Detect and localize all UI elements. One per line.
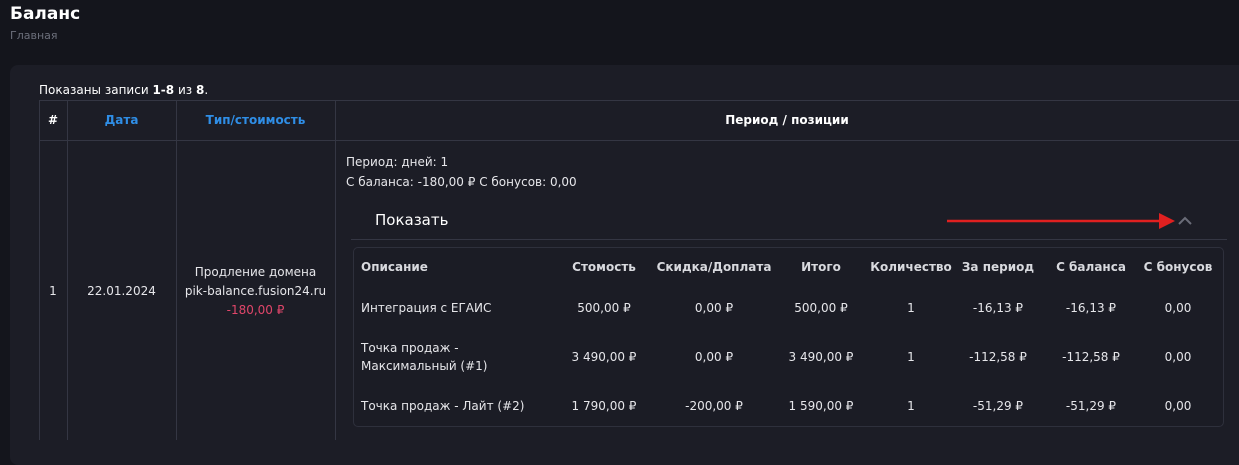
position-from-bonuses: 0,00 xyxy=(1164,399,1192,413)
column-header-type[interactable]: Тип/стоимость xyxy=(176,100,335,140)
column-header-period: Период / позиции xyxy=(725,113,849,127)
row-number: 1 xyxy=(49,284,57,298)
records-summary: Показаны записи 1-8 из 8. xyxy=(39,83,208,97)
position-from-balance: -51,29 ₽ xyxy=(1065,399,1117,413)
row-type: Продление домена pik-balance.fusion24.ru… xyxy=(176,141,335,441)
position-cost: 500,00 ₽ xyxy=(577,301,631,315)
type-amount: -180,00 ₽ xyxy=(226,302,285,317)
position-quantity: 1 xyxy=(907,301,915,315)
column-header-number: # xyxy=(47,113,59,127)
chevron-up-icon[interactable] xyxy=(1177,214,1193,226)
position-description: Точка продаж - Максимальный (#1) xyxy=(361,341,488,373)
position-quantity: 1 xyxy=(907,350,915,364)
type-domain: pik-balance.fusion24.ru xyxy=(184,283,327,298)
summary-of: из xyxy=(177,83,193,97)
position-from-balance: -16,13 ₽ xyxy=(1065,301,1117,315)
position-discount: -200,00 ₽ xyxy=(685,399,743,413)
positions-header: С баланса xyxy=(1056,260,1126,274)
position-period-amount: -51,29 ₽ xyxy=(972,399,1024,413)
positions-header: За период xyxy=(961,260,1035,274)
type-description: Продление домена xyxy=(194,264,317,279)
column-header-date[interactable]: Дата xyxy=(67,100,176,140)
position-total: 3 490,00 ₽ xyxy=(788,350,854,364)
position-period-amount: -16,13 ₽ xyxy=(972,301,1024,315)
row-date: 22.01.2024 xyxy=(87,284,156,298)
show-toggle-label[interactable]: Показать xyxy=(375,211,448,229)
position-period-amount: -112,58 ₽ xyxy=(969,350,1027,364)
positions-header: Скидка/Доплата xyxy=(656,260,772,274)
position-total: 1 590,00 ₽ xyxy=(788,399,854,413)
position-description: Интеграция с ЕГАИС xyxy=(361,301,492,315)
positions-header: Описание xyxy=(361,260,428,274)
balance-table: # Дата Тип/стоимость Период / позиции 1 … xyxy=(39,100,1239,440)
period-balance: С баланса: -180,00 ₽ С бонусов: 0,00 xyxy=(346,175,577,189)
position-cost: 3 490,00 ₽ xyxy=(571,350,637,364)
position-quantity: 1 xyxy=(907,399,915,413)
period-days: Период: дней: 1 xyxy=(346,155,449,169)
breadcrumb[interactable]: Главная xyxy=(10,29,58,42)
table-border xyxy=(335,100,336,440)
position-discount: 0,00 ₽ xyxy=(694,301,734,315)
summary-range: 1-8 xyxy=(152,83,175,97)
position-cost: 1 790,00 ₽ xyxy=(571,399,637,413)
positions-header: Итого xyxy=(801,260,841,274)
positions-header: Стомость xyxy=(572,260,636,274)
positions-header: Количество xyxy=(870,260,952,274)
positions-toggle[interactable]: Показать xyxy=(351,205,1227,240)
period-info: Период: дней: 1 С баланса: -180,00 ₽ С б… xyxy=(346,152,577,192)
position-from-bonuses: 0,00 xyxy=(1164,301,1192,315)
summary-prefix: Показаны записи xyxy=(39,83,149,97)
position-from-bonuses: 0,00 xyxy=(1164,350,1192,364)
page-title: Баланс xyxy=(10,4,81,24)
positions-header: С бонусов xyxy=(1143,260,1213,274)
summary-suffix: . xyxy=(204,83,209,97)
positions-table: Описание Стомость Скидка/Доплата Итого К… xyxy=(353,247,1224,427)
position-description: Точка продаж - Лайт (#2) xyxy=(361,399,525,413)
position-total: 500,00 ₽ xyxy=(794,301,848,315)
position-from-balance: -112,58 ₽ xyxy=(1062,350,1120,364)
position-discount: 0,00 ₽ xyxy=(694,350,734,364)
arrow-right-icon xyxy=(947,213,1175,229)
